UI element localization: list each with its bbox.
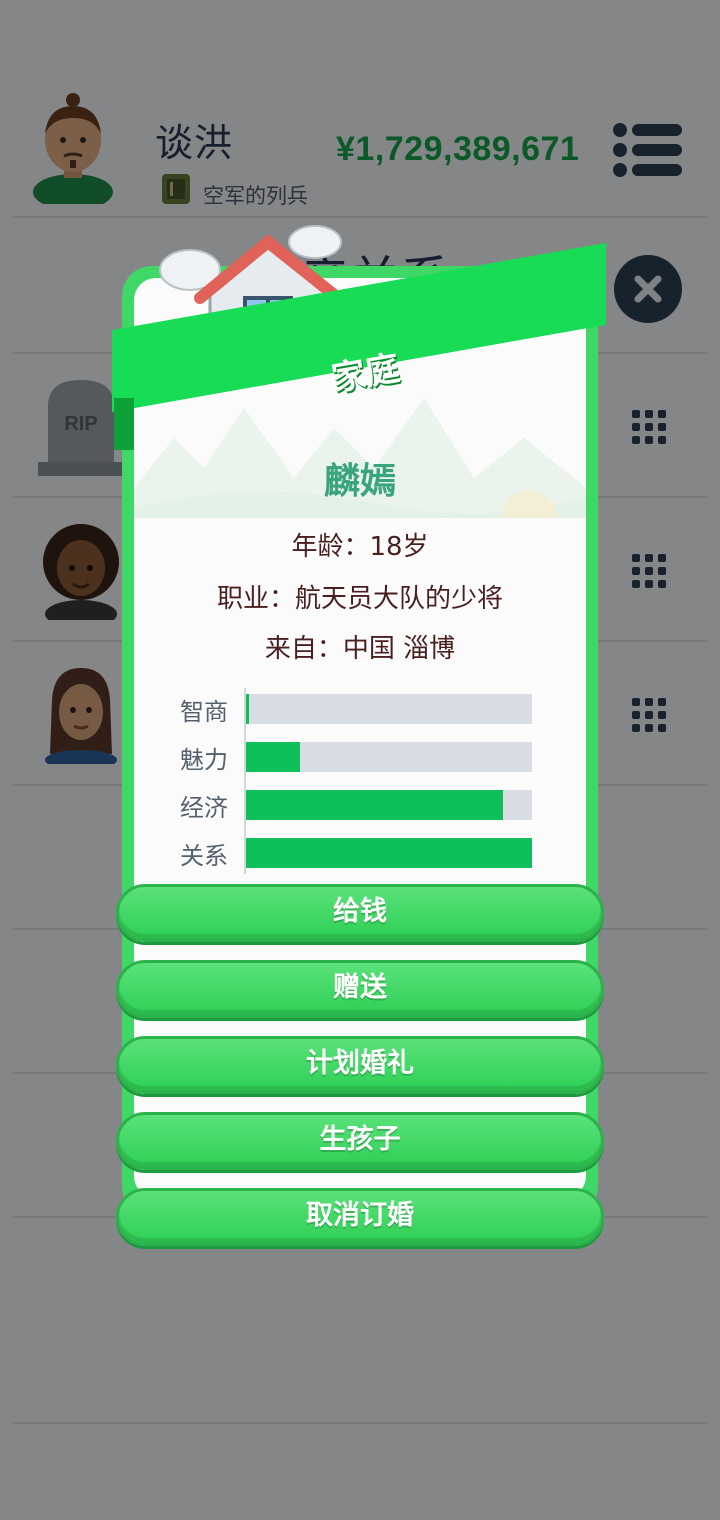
stat-bar-fill [246, 790, 504, 820]
stat-bar-fill [246, 838, 532, 868]
have-child-button[interactable]: 生孩子 [116, 1112, 604, 1170]
stat-bar-wealth [246, 790, 532, 820]
stat-label-charm: 魅力 [180, 746, 228, 774]
partner-name: 麟嫣 [323, 461, 396, 502]
stat-bar-fill [246, 694, 249, 724]
stat-bar-relationship [246, 838, 532, 868]
give-money-button[interactable]: 给钱 [116, 884, 604, 942]
partner-origin: 来自：中国 淄博 [264, 634, 456, 664]
stat-bar-fill [246, 742, 301, 772]
ribbon-fold [114, 398, 134, 450]
partner-occupation: 职业：航天员大队的少将 [216, 584, 503, 614]
partner-age: 年龄：18岁 [291, 532, 429, 562]
stat-label-iq: 智商 [180, 698, 228, 726]
gift-button[interactable]: 赠送 [116, 960, 604, 1018]
stat-label-wealth: 经济 [180, 794, 228, 822]
cancel-engagement-button[interactable]: 取消订婚 [116, 1188, 604, 1246]
stat-bar-iq [246, 694, 532, 724]
stat-bar-charm [246, 742, 532, 772]
stat-label-relationship: 关系 [180, 842, 228, 870]
plan-wedding-button[interactable]: 计划婚礼 [116, 1036, 604, 1094]
